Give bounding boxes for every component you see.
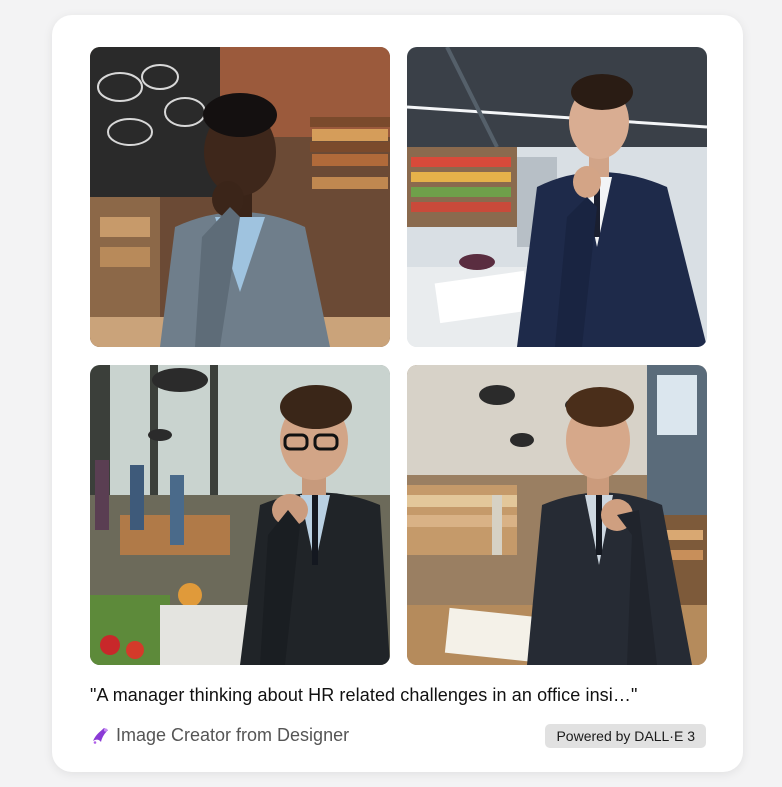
- designer-brand-link[interactable]: Image Creator from Designer: [90, 725, 349, 746]
- image-grid: [90, 47, 709, 667]
- image-result-card: "A manager thinking about HR related cha…: [52, 15, 743, 772]
- prompt-caption: "A manager thinking about HR related cha…: [90, 685, 638, 705]
- generated-image-3[interactable]: [90, 365, 390, 665]
- powered-by-badge: Powered by DALL·E 3: [545, 724, 706, 748]
- generated-image-1-art: [90, 47, 390, 347]
- brand-label: Image Creator from Designer: [116, 725, 350, 745]
- generated-image-1[interactable]: [90, 47, 390, 347]
- generated-image-4-art: [407, 365, 707, 665]
- generated-image-4[interactable]: [407, 365, 707, 665]
- designer-sparkle-icon: [90, 726, 110, 746]
- generated-image-3-art: [90, 365, 390, 665]
- generated-image-2-art: [407, 47, 707, 347]
- generated-image-2[interactable]: [407, 47, 707, 347]
- card-footer: Image Creator from Designer Powered by D…: [90, 723, 710, 751]
